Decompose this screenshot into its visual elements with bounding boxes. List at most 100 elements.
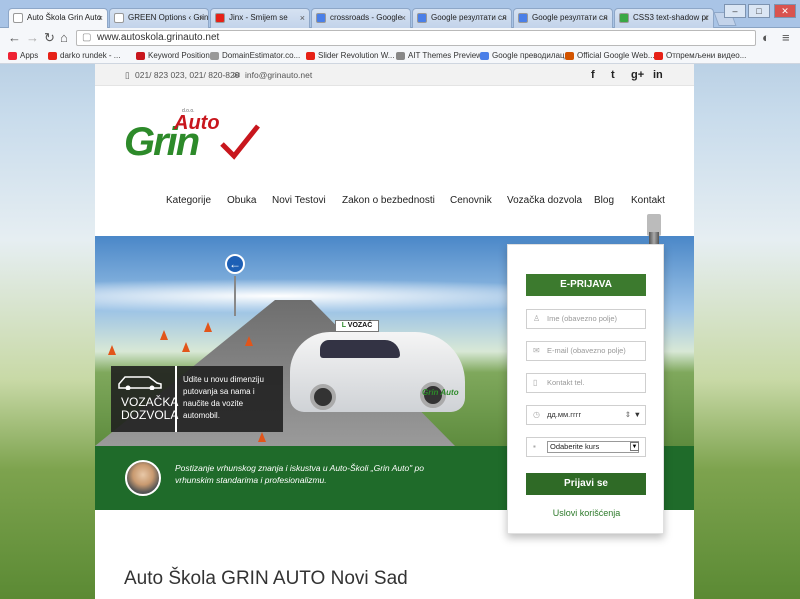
bookmark-icon	[8, 52, 17, 60]
email-input[interactable]: ✉ E-mail (obavezno polje)	[526, 341, 646, 361]
phone-icon: ▯	[125, 70, 130, 80]
reload-icon[interactable]: ↻	[44, 30, 55, 46]
browser-tab[interactable]: CSS3 text-shadow pr ×	[614, 8, 714, 28]
phone-input[interactable]: ▯ Kontakt tel.	[526, 373, 646, 393]
extension-icon[interactable]: ◐	[762, 30, 770, 46]
maximize-button[interactable]: □	[748, 4, 770, 18]
linkedin-icon[interactable]: in	[653, 68, 663, 82]
forward-icon[interactable]: →	[26, 30, 39, 46]
car-icon	[118, 376, 162, 390]
bookmark-label: Apps	[20, 51, 39, 60]
close-tab-icon[interactable]: ×	[704, 9, 709, 27]
favicon-icon	[114, 13, 124, 23]
nav-item[interactable]: Vozačka dozvola	[507, 195, 582, 206]
favicon-icon	[417, 13, 427, 23]
quote-text: Postizanje vrhunskog znanja i iskustva u…	[175, 463, 425, 485]
close-tab-icon[interactable]: ×	[401, 9, 406, 27]
close-window-button[interactable]: ✕	[774, 4, 796, 18]
bookmark-item[interactable]: Apps	[8, 49, 38, 63]
nav-item[interactable]: Kategorije	[166, 195, 211, 206]
instructor-avatar	[125, 460, 161, 496]
submit-button[interactable]: Prijavi se	[526, 473, 646, 495]
nav-item[interactable]: Zakon o bezbednosti	[342, 195, 435, 206]
bookmark-label: Отпремљени видео...	[666, 51, 747, 60]
dropdown-arrow-icon[interactable]: ▼	[634, 406, 641, 424]
twitter-icon[interactable]: t	[611, 68, 615, 82]
close-tab-icon[interactable]: ×	[603, 9, 608, 27]
email-text: info@grinauto.net	[245, 70, 313, 80]
bookmark-item[interactable]: Google преводилац	[480, 49, 565, 63]
nav-item[interactable]: Blog	[594, 195, 614, 206]
bookmark-item[interactable]: Keyword Position	[136, 49, 210, 63]
course-select[interactable]: ▪ Odaberite kurs ▼	[526, 437, 646, 457]
close-tab-icon[interactable]: ×	[98, 9, 103, 27]
bookmark-icon	[480, 52, 489, 60]
logo[interactable]: Grin Auto d.o.o.	[124, 108, 260, 172]
bookmark-item[interactable]: Отпремљени видео...	[654, 49, 746, 63]
close-tab-icon[interactable]: ×	[502, 9, 507, 27]
bookmark-item[interactable]: darko rundek - ...	[48, 49, 120, 63]
google-plus-icon[interactable]: g+	[631, 68, 644, 82]
browser-tab[interactable]: Auto Škola Grin Auto ×	[8, 8, 108, 29]
bookmark-icon	[306, 52, 315, 60]
date-input[interactable]: ◷ дд.мм.гггг ⇕ ▼	[526, 405, 646, 425]
nav-item[interactable]: Novi Testovi	[272, 195, 326, 206]
bookmark-item[interactable]: Slider Revolution W...	[306, 49, 394, 63]
nav-item[interactable]: Obuka	[227, 195, 256, 206]
browser-tab[interactable]: Google резултати сл ×	[412, 8, 512, 28]
tab-label: CSS3 text-shadow pr	[633, 13, 709, 22]
wheel-front	[310, 384, 336, 410]
tab-label: Google резултати сл	[532, 13, 608, 22]
arrow-sign-icon: ←	[225, 254, 245, 274]
bookmark-item[interactable]: AIT Themes Preview...	[396, 49, 488, 63]
bookmark-icon	[565, 52, 574, 60]
home-icon[interactable]: ⌂	[60, 30, 68, 46]
terms-link[interactable]: Uslovi korišćenja	[508, 508, 665, 518]
browser-tab[interactable]: GREEN Options ‹ Grin ×	[109, 8, 209, 28]
badge-text: Udite u novu dimenziju putovanja sa nama…	[183, 375, 264, 420]
bookmark-icon	[396, 52, 405, 60]
back-icon[interactable]: ←	[8, 30, 21, 46]
bookmark-item[interactable]: DomainEstimator.co...	[210, 49, 300, 63]
browser-tab[interactable]: Jinx - Smijem se ×	[210, 8, 310, 28]
address-bar[interactable]: ▢ www.autoskola.grinauto.net	[76, 30, 756, 46]
nav-item[interactable]: Cenovnik	[450, 195, 492, 206]
name-input[interactable]: ♙ Ime (obavezno polje)	[526, 309, 646, 329]
tag-icon: ▪	[533, 442, 536, 451]
favicon-icon	[215, 13, 225, 23]
bookmark-icon	[210, 52, 219, 60]
spinner-icon[interactable]: ⇕	[625, 406, 631, 424]
nav-item[interactable]: Kontakt	[631, 195, 665, 206]
phone-icon: ▯	[533, 378, 538, 387]
browser-tab[interactable]: crossroads - Google ×	[311, 8, 411, 28]
select-arrow-icon[interactable]: ▼	[630, 442, 639, 451]
minimize-button[interactable]: –	[724, 4, 746, 18]
bookmark-icon	[654, 52, 663, 60]
phone-text: 021/ 823 023, 021/ 820-820	[135, 70, 240, 80]
tab-label: Auto Škola Grin Auto	[27, 13, 102, 22]
contact-bar: ▯ 021/ 823 023, 021/ 820-820 ✉ info@grin…	[95, 64, 694, 86]
bookmark-item[interactable]: Official Google Web...	[565, 49, 655, 63]
menu-icon[interactable]: ≡	[782, 30, 790, 46]
bookmark-label: Google преводилац	[492, 51, 565, 60]
browser-tab[interactable]: Google резултати сл ×	[513, 8, 613, 28]
bookmarks-bar: Apps darko rundek - ... Keyword Position Do…	[0, 48, 800, 64]
tab-label: GREEN Options ‹ Grin	[128, 13, 209, 22]
tab-label: Jinx - Smijem se	[229, 13, 288, 22]
favicon-icon	[13, 13, 23, 23]
form-header: E-PRIJAVA	[526, 274, 646, 296]
page-title: Auto Škola GRIN AUTO Novi Sad	[124, 568, 408, 589]
bookmark-label: Keyword Position	[148, 51, 210, 60]
clock-icon: ◷	[533, 410, 540, 419]
page-icon: ▢	[82, 32, 92, 43]
license-badge[interactable]: VOZAČKA DOZVOLA Udite u novu dimenziju p…	[111, 366, 283, 432]
car-image: L VOZAČ Grin Auto	[290, 320, 465, 412]
tab-label: crossroads - Google	[330, 13, 403, 22]
facebook-icon[interactable]: f	[591, 68, 595, 82]
favicon-icon	[316, 13, 326, 23]
close-tab-icon[interactable]: ×	[199, 9, 204, 27]
mail-icon: ✉	[233, 70, 241, 80]
url-text: www.autoskola.grinauto.net	[97, 32, 220, 43]
bookmark-label: DomainEstimator.co...	[222, 51, 301, 60]
close-tab-icon[interactable]: ×	[300, 9, 305, 27]
